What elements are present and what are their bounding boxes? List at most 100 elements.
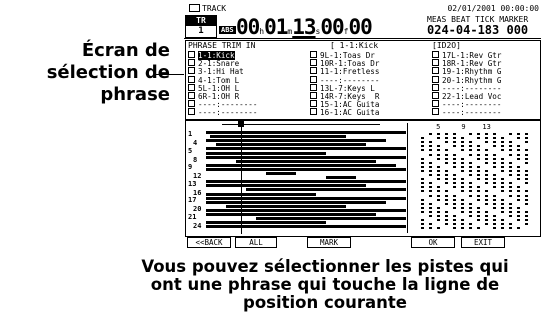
track-number-label: 12 <box>193 172 202 180</box>
phrase-bar[interactable] <box>206 180 406 184</box>
exit-button[interactable]: EXIT <box>461 237 505 248</box>
phrase-item[interactable]: 15-1:AC Guita <box>310 100 414 109</box>
phrase-item[interactable]: ----:-------- <box>432 83 536 92</box>
phrase-item[interactable]: 6R-1:OH R <box>188 91 292 101</box>
phrase-bar[interactable] <box>206 225 406 229</box>
phrase-item[interactable]: 20-1:Rhythm G <box>432 75 536 84</box>
phrase-checkbox[interactable] <box>188 51 195 58</box>
phrase-bar[interactable] <box>226 204 346 208</box>
phrase-item[interactable]: 10R-1:Toas Dr <box>310 59 414 68</box>
phrase-bar[interactable] <box>206 147 406 151</box>
phrase-bar[interactable] <box>206 167 406 171</box>
overview-cell <box>461 227 464 230</box>
overview-cell <box>453 215 456 217</box>
phrase-item[interactable]: ----:-------- <box>188 100 292 109</box>
phrase-bar[interactable] <box>256 217 406 221</box>
phrase-item[interactable]: ----:-------- <box>432 108 536 117</box>
overview-cell <box>437 206 440 209</box>
phrase-item[interactable]: ----:-------- <box>432 100 536 109</box>
phrase-checkbox[interactable] <box>310 83 317 91</box>
overview-cell <box>469 223 472 226</box>
phrase-bar[interactable] <box>206 192 316 196</box>
phrase-checkbox[interactable] <box>432 100 439 108</box>
overview-cell <box>525 161 528 164</box>
phrase-bar[interactable] <box>206 208 406 212</box>
overview-cell <box>477 194 480 197</box>
overview-cell <box>509 182 512 185</box>
phrase-bar[interactable] <box>206 131 406 134</box>
phrase-checkbox[interactable] <box>310 75 317 83</box>
phrase-bar[interactable] <box>266 172 296 175</box>
phrase-checkbox[interactable] <box>432 75 439 83</box>
phrase-item[interactable]: 17L-1:Rev Gtr <box>432 51 536 60</box>
phrase-item[interactable]: 14R-7:Keys R <box>310 91 414 101</box>
phrase-checkbox[interactable] <box>188 75 195 83</box>
phrase-item[interactable]: 1-1:Kick <box>188 51 292 60</box>
phrase-bar[interactable] <box>210 135 346 139</box>
phrase-bars[interactable] <box>206 131 406 231</box>
phrase-item[interactable]: 3-1:Hi Hat <box>188 67 292 76</box>
overview-cell <box>429 141 432 144</box>
phrase-checkbox[interactable] <box>310 108 317 116</box>
phrase-checkbox[interactable] <box>432 108 439 116</box>
phrase-checkbox[interactable] <box>188 91 195 99</box>
overview-cell <box>469 202 472 205</box>
phrase-item-label: 16-1:AC Guita <box>320 108 380 118</box>
ok-button[interactable]: OK <box>411 237 455 248</box>
phrase-item[interactable]: 22-1:Lead Voc <box>432 91 536 101</box>
phrase-checkbox[interactable] <box>432 51 439 58</box>
phrase-bar[interactable] <box>206 213 376 216</box>
overview-cell <box>485 169 488 172</box>
phrase-checkbox[interactable] <box>432 83 439 91</box>
phrase-item[interactable]: 19-1:Rhythm G <box>432 67 536 76</box>
phrase-bar[interactable] <box>206 221 326 225</box>
phrase-item[interactable]: 9L-1:Toas Dr <box>310 51 414 60</box>
phrase-bar[interactable] <box>206 196 406 200</box>
phrase-checkbox[interactable] <box>310 100 317 108</box>
overview-cell <box>469 145 472 148</box>
phrase-checkbox[interactable] <box>432 59 439 67</box>
overview-cell <box>429 194 432 197</box>
overview-cell <box>493 215 496 217</box>
overview-cell <box>437 227 440 230</box>
phrase-checkbox[interactable] <box>432 91 439 99</box>
phrase-item[interactable]: ----:-------- <box>188 108 292 117</box>
phrase-checkbox[interactable] <box>188 67 195 75</box>
phrase-checkbox[interactable] <box>310 91 317 99</box>
mark-button[interactable]: MARK <box>307 237 351 248</box>
phrase-bar[interactable] <box>326 176 356 180</box>
back-button[interactable]: <<BACK <box>187 237 231 248</box>
phrase-checkbox[interactable] <box>188 108 195 116</box>
phrase-item[interactable]: 11-1:Fretless <box>310 67 414 76</box>
phrase-bar[interactable] <box>246 188 406 192</box>
overview-cell <box>437 137 440 140</box>
phrase-bar[interactable] <box>206 139 386 143</box>
overview-cell <box>453 223 456 226</box>
phrase-checkbox[interactable] <box>188 83 195 91</box>
all-button[interactable]: ALL <box>235 237 277 248</box>
phrase-bar[interactable] <box>206 184 366 188</box>
phrase-item[interactable]: 16-1:AC Guita <box>310 108 414 118</box>
phrase-bar[interactable] <box>236 159 376 163</box>
phrase-item[interactable]: 2-1:Snare <box>188 59 292 68</box>
phrase-checkbox[interactable] <box>310 51 317 58</box>
phrase-checkbox[interactable] <box>310 59 317 67</box>
overview-cell <box>517 137 520 140</box>
phrase-item[interactable]: 18R-1:Rev Gtr <box>432 59 536 68</box>
phrase-item[interactable]: ----:-------- <box>310 75 414 84</box>
track-icon <box>189 4 200 12</box>
phrase-bar[interactable] <box>206 155 406 159</box>
overview-cell <box>525 149 528 152</box>
phrase-item[interactable]: 5L-1:OH L <box>188 83 292 92</box>
phrase-bar[interactable] <box>206 163 396 167</box>
phrase-item[interactable]: 13L-7:Keys L <box>310 83 414 92</box>
phrase-checkbox[interactable] <box>188 100 195 108</box>
phrase-checkbox[interactable] <box>188 59 195 67</box>
overview-cell <box>429 186 432 189</box>
phrase-bar[interactable] <box>206 200 386 204</box>
phrase-bar[interactable] <box>206 151 326 155</box>
phrase-item[interactable]: 4-1:Tom L <box>188 75 292 84</box>
phrase-checkbox[interactable] <box>432 67 439 75</box>
phrase-checkbox[interactable] <box>310 67 317 75</box>
phrase-bar[interactable] <box>216 143 366 147</box>
